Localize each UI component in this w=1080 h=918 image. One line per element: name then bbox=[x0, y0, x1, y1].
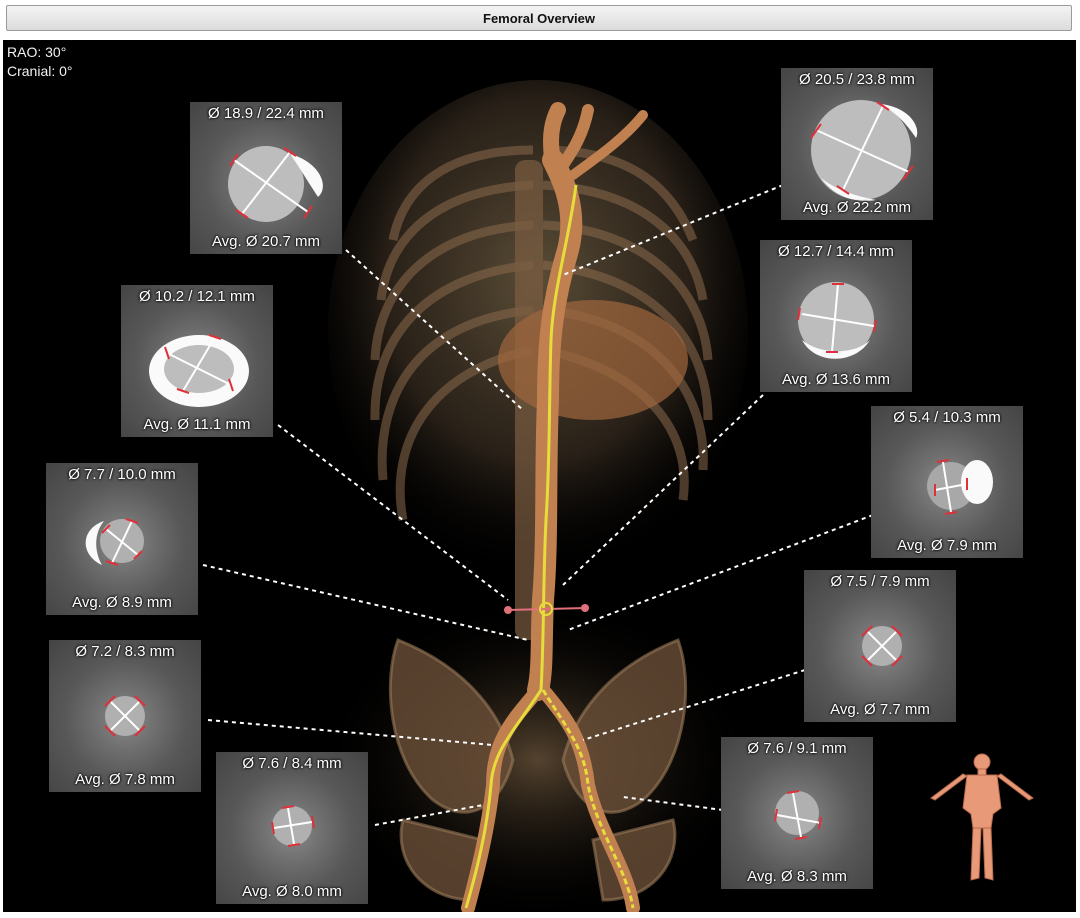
average-label: Avg. Ø 13.6 mm bbox=[781, 371, 891, 388]
diameter-label: Ø 5.4 / 10.3 mm bbox=[893, 409, 1001, 426]
average-label: Avg. Ø 7.7 mm bbox=[830, 701, 930, 718]
average-label: Avg. Ø 11.1 mm bbox=[143, 416, 251, 433]
diameter-label: Ø 20.5 / 23.8 mm bbox=[799, 71, 915, 88]
vessel-cross-section bbox=[797, 282, 877, 359]
diameter-label: Ø 7.7 / 10.0 mm bbox=[68, 466, 176, 483]
cross-section-inset[interactable]: Ø 10.2 / 12.1 mm Avg. Ø 11.1 mm bbox=[121, 285, 273, 437]
cross-section-inset[interactable]: Ø 12.7 / 14.4 mm Avg. Ø 13.6 mm bbox=[760, 240, 912, 392]
average-label: Avg. Ø 8.3 mm bbox=[747, 868, 847, 885]
volume-viewport[interactable]: RAO: 30° Cranial: 0° Ø 18.9 / 22.4 mm Av… bbox=[3, 40, 1076, 912]
cross-section-inset[interactable]: Ø 7.6 / 8.4 mm Avg. Ø 8.0 mm bbox=[216, 752, 368, 904]
cranial-angle: Cranial: 0° bbox=[7, 63, 73, 79]
vessel-cross-section bbox=[85, 518, 144, 566]
cross-section-inset[interactable]: Ø 7.6 / 9.1 mm Avg. Ø 8.3 mm bbox=[721, 737, 873, 889]
vessel-cross-section bbox=[861, 625, 903, 667]
cross-section-inset[interactable]: Ø 5.4 / 10.3 mm Avg. Ø 7.9 mm bbox=[871, 406, 1023, 558]
viewport-title: Femoral Overview bbox=[483, 10, 595, 26]
average-label: Avg. Ø 7.8 mm bbox=[75, 771, 175, 788]
average-label: Avg. Ø 7.9 mm bbox=[897, 537, 997, 554]
diameter-label: Ø 7.6 / 8.4 mm bbox=[242, 755, 342, 772]
cross-section-inset[interactable]: Ø 7.2 / 8.3 mm Avg. Ø 7.8 mm bbox=[49, 640, 201, 792]
heart bbox=[498, 300, 688, 420]
diameter-label: Ø 10.2 / 12.1 mm bbox=[139, 288, 255, 305]
average-label: Avg. Ø 22.2 mm bbox=[802, 199, 912, 216]
vessel-cross-section bbox=[810, 100, 918, 201]
cross-section-inset[interactable]: Ø 7.7 / 10.0 mm Avg. Ø 8.9 mm bbox=[46, 463, 198, 615]
vessel-cross-section bbox=[927, 459, 993, 515]
diameter-label: Ø 7.6 / 9.1 mm bbox=[747, 740, 847, 757]
vessel-cross-section bbox=[774, 790, 822, 840]
viewport-title-bar: Femoral Overview bbox=[6, 5, 1072, 31]
diameter-label: Ø 7.5 / 7.9 mm bbox=[830, 573, 930, 590]
cross-section-inset[interactable]: Ø 20.5 / 23.8 mm Avg. Ø 22.2 mm bbox=[781, 68, 933, 220]
average-label: Avg. Ø 8.0 mm bbox=[242, 883, 342, 900]
cross-section-inset[interactable]: Ø 7.5 / 7.9 mm Avg. Ø 7.7 mm bbox=[804, 570, 956, 722]
vessel-cross-section bbox=[228, 146, 323, 222]
diameter-label: Ø 18.9 / 22.4 mm bbox=[208, 105, 324, 122]
cross-section-inset[interactable]: Ø 18.9 / 22.4 mm Avg. Ø 20.7 mm bbox=[190, 102, 342, 254]
vessel-cross-section bbox=[104, 695, 146, 737]
body-model-icon[interactable] bbox=[927, 748, 1037, 888]
diameter-label: Ø 7.2 / 8.3 mm bbox=[75, 643, 175, 660]
diameter-label: Ø 12.7 / 14.4 mm bbox=[778, 243, 894, 260]
average-label: Avg. Ø 8.9 mm bbox=[72, 594, 172, 611]
rao-angle: RAO: 30° bbox=[7, 44, 67, 60]
average-label: Avg. Ø 20.7 mm bbox=[211, 233, 321, 250]
vessel-cross-section bbox=[149, 334, 249, 407]
vessel-cross-section bbox=[271, 805, 315, 847]
